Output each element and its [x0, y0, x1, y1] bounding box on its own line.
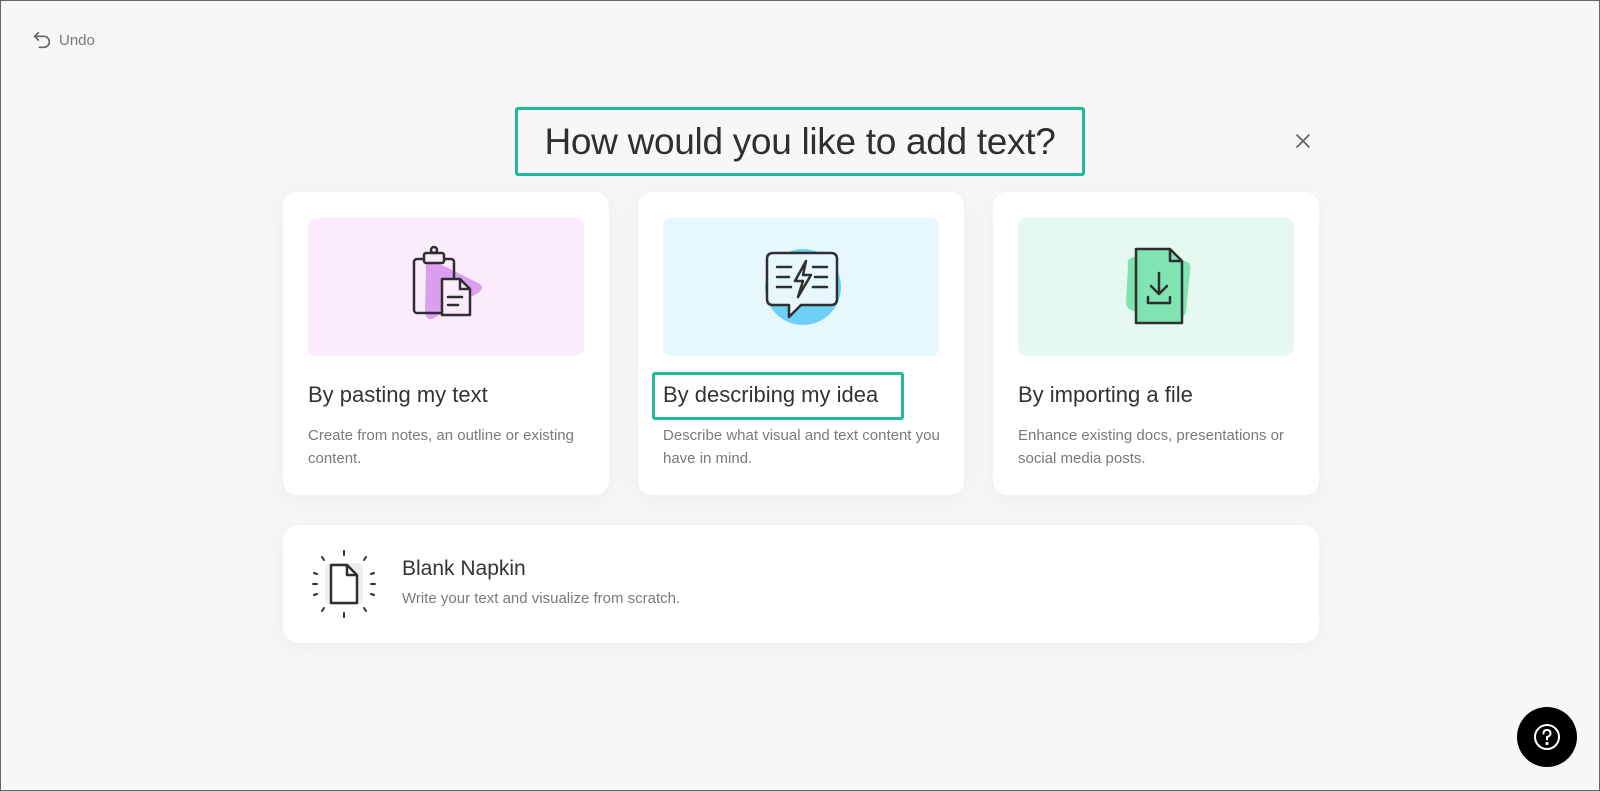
describe-illustration: [663, 218, 939, 356]
option-title: By pasting my text: [308, 382, 488, 407]
undo-icon: [33, 31, 51, 49]
dialog-title: How would you like to add text?: [544, 120, 1056, 162]
blank-page-icon: [312, 550, 376, 618]
blank-napkin-title: Blank Napkin: [402, 557, 526, 580]
clipboard-paste-icon: [412, 245, 482, 319]
blank-napkin-description: Write your text and visualize from scrat…: [402, 590, 681, 607]
dialog-title-highlight: How would you like to add text?: [515, 107, 1085, 176]
option-title: By describing my idea: [663, 382, 879, 407]
lightning-chat-icon: [765, 249, 841, 325]
option-description: Describe what visual and text content yo…: [663, 427, 940, 467]
option-describe-idea[interactable]: By describing my idea Describe what visu…: [638, 192, 964, 495]
undo-button[interactable]: Undo: [31, 29, 95, 51]
undo-label: Undo: [59, 31, 95, 49]
import-illustration: [1018, 218, 1294, 356]
close-icon[interactable]: [1291, 129, 1315, 153]
option-blank-napkin[interactable]: Blank Napkin Write your text and visuali…: [283, 525, 1319, 643]
question-icon: [1534, 724, 1560, 750]
option-paste-text[interactable]: By pasting my text Create from notes, an…: [283, 192, 609, 495]
option-import-file[interactable]: By importing a file Enhance existing doc…: [993, 192, 1319, 495]
help-button[interactable]: [1517, 707, 1577, 767]
file-download-icon: [1126, 247, 1191, 325]
paste-illustration: [308, 218, 584, 356]
option-description: Create from notes, an outline or existin…: [308, 427, 574, 467]
option-description: Enhance existing docs, presentations or …: [1018, 427, 1284, 467]
option-title: By importing a file: [1018, 382, 1193, 407]
